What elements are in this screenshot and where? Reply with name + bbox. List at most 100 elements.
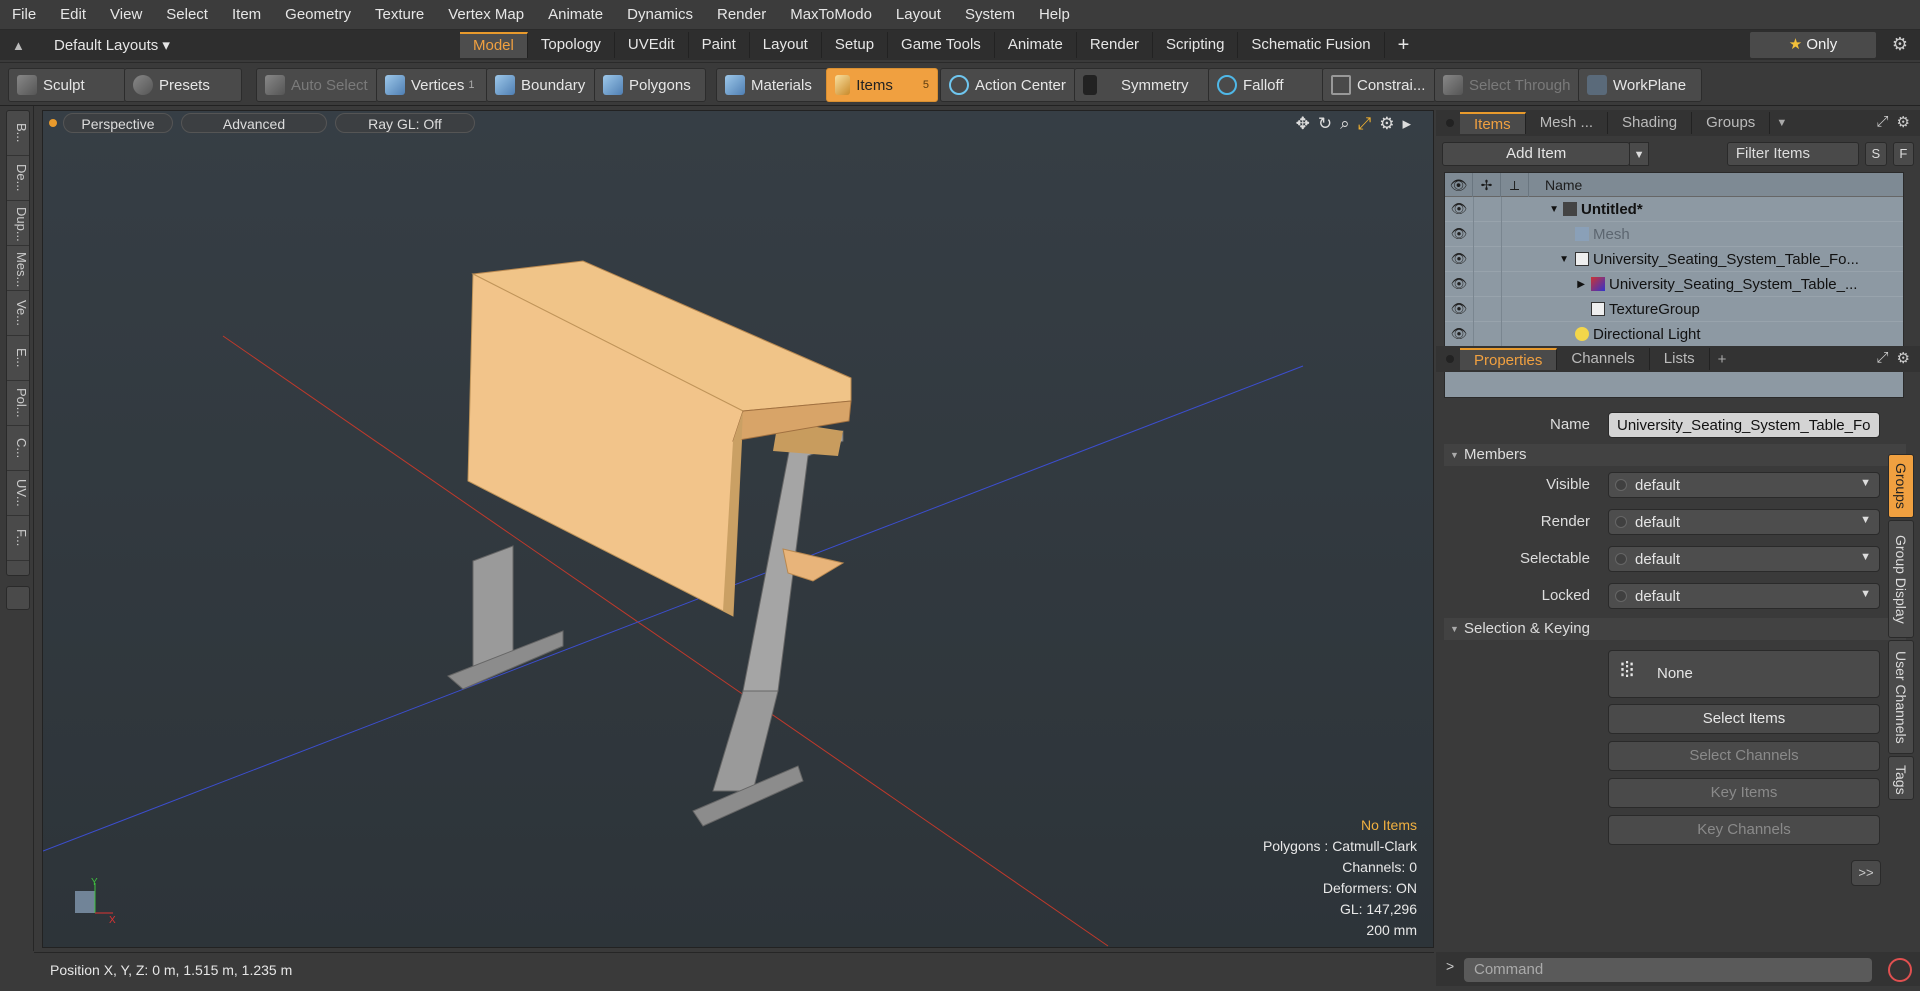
name-column-header[interactable]: Name [1529, 177, 1582, 193]
menu-geometry[interactable]: Geometry [273, 0, 363, 30]
falloff-button[interactable]: Falloff [1208, 68, 1324, 102]
type-column-icon[interactable]: ⟂ [1501, 172, 1529, 197]
locked-select[interactable]: default ▼ [1608, 583, 1880, 609]
collapse-up-icon[interactable]: ▲ [12, 38, 30, 53]
collapse-arrow-icon[interactable]: ▶ [1529, 279, 1591, 290]
menu-system[interactable]: System [953, 0, 1027, 30]
tab-schematic-fusion[interactable]: Schematic Fusion [1238, 32, 1385, 58]
none-button[interactable]: ⁝⁞⁝ None [1608, 650, 1880, 698]
tab-setup[interactable]: Setup [822, 32, 889, 58]
left-tab-b[interactable]: B... [7, 111, 29, 156]
menu-view[interactable]: View [98, 0, 154, 30]
command-arrow-icon[interactable]: > [1446, 958, 1454, 974]
eye-icon[interactable]: 👁 [1445, 301, 1473, 317]
items-button[interactable]: Items 5 [826, 68, 938, 102]
expand-arrow-icon[interactable]: ▼ [1529, 204, 1559, 215]
eye-icon[interactable]: 👁 [1445, 226, 1473, 242]
action-center-button[interactable]: Action Center [940, 68, 1076, 102]
tab-groups[interactable]: Groups [1692, 112, 1771, 134]
visible-select[interactable]: default ▼ [1608, 472, 1880, 498]
record-icon[interactable] [1888, 958, 1912, 982]
constraints-button[interactable]: Constrai... [1322, 68, 1436, 102]
select-through-button[interactable]: Select Through [1434, 68, 1580, 102]
vtab-groups[interactable]: Groups [1888, 454, 1914, 518]
sculpt-button[interactable]: Sculpt [8, 68, 126, 102]
viewport-more-icon[interactable]: ▸ [1402, 114, 1411, 134]
select-items-button[interactable]: Select Items [1608, 704, 1880, 734]
left-strip-button[interactable] [6, 586, 30, 610]
workplane-button[interactable]: WorkPlane [1578, 68, 1702, 102]
tab-animate[interactable]: Animate [995, 32, 1077, 58]
menu-dynamics[interactable]: Dynamics [615, 0, 705, 30]
tabs-dropdown-icon[interactable]: ▼ [1776, 117, 1787, 129]
tab-properties[interactable]: Properties [1460, 348, 1558, 370]
tree-row[interactable]: 👁 TextureGroup [1445, 296, 1903, 322]
menu-texture[interactable]: Texture [363, 0, 436, 30]
left-tab-duplicate[interactable]: Dup... [7, 201, 29, 246]
lock-column-icon[interactable]: ✢ [1473, 172, 1501, 197]
symmetry-button[interactable]: Symmetry [1074, 68, 1210, 102]
boundary-button[interactable]: Boundary [486, 68, 596, 102]
expand-icon[interactable]: ⤢ [1877, 113, 1889, 131]
add-panel-tab-button[interactable]: + [1718, 351, 1727, 368]
panel-dot-icon[interactable] [1446, 355, 1454, 363]
vtab-group-display[interactable]: Group Display [1888, 520, 1914, 638]
menu-help[interactable]: Help [1027, 0, 1082, 30]
left-tab-deform[interactable]: De... [7, 156, 29, 201]
eye-icon[interactable]: 👁 [1445, 251, 1473, 267]
menu-render[interactable]: Render [705, 0, 778, 30]
menu-file[interactable]: File [0, 0, 48, 30]
s-button[interactable]: S [1865, 142, 1887, 166]
viewport-menu-dot[interactable] [49, 119, 57, 127]
left-tab-curve[interactable]: C... [7, 426, 29, 471]
tab-uvedit[interactable]: UVEdit [615, 32, 689, 58]
tab-scripting[interactable]: Scripting [1153, 32, 1239, 58]
tab-layout[interactable]: Layout [750, 32, 822, 58]
tree-row[interactable]: 👁 ▼ University_Seating_System_Table_Fo... [1445, 246, 1903, 272]
left-tab-polygon[interactable]: Pol... [7, 381, 29, 426]
tree-row[interactable]: 👁 ▶ University_Seating_System_Table_... [1445, 271, 1903, 297]
panel-gear-icon[interactable]: ⚙ [1897, 349, 1910, 367]
visibility-column-icon[interactable]: 👁 [1445, 172, 1473, 197]
f-button[interactable]: F [1892, 142, 1915, 166]
add-item-dropdown-icon[interactable]: ▼ [1629, 142, 1649, 166]
add-item-button[interactable]: Add Item [1442, 142, 1631, 166]
vtab-user-channels[interactable]: User Channels [1888, 640, 1914, 754]
select-channels-button[interactable]: Select Channels [1608, 741, 1880, 771]
menu-layout[interactable]: Layout [884, 0, 953, 30]
layouts-selector[interactable]: ▲ Default Layouts ▾ [0, 30, 460, 60]
tab-channels[interactable]: Channels [1557, 348, 1650, 370]
key-channels-button[interactable]: Key Channels [1608, 815, 1880, 845]
filter-items-input[interactable]: Filter Items [1726, 142, 1860, 166]
tree-row[interactable]: 👁 ▼ Untitled* [1445, 196, 1903, 222]
rotate-view-icon[interactable]: ↻ [1318, 114, 1332, 134]
menu-select[interactable]: Select [154, 0, 220, 30]
menu-item[interactable]: Item [220, 0, 273, 30]
tab-topology[interactable]: Topology [528, 32, 615, 58]
panel-dot-icon[interactable] [1446, 119, 1454, 127]
eye-icon[interactable]: 👁 [1445, 326, 1473, 342]
left-tab-uv[interactable]: UV... [7, 471, 29, 516]
tab-paint[interactable]: Paint [689, 32, 750, 58]
menu-edit[interactable]: Edit [48, 0, 98, 30]
tab-game-tools[interactable]: Game Tools [888, 32, 995, 58]
gear-icon[interactable]: ⚙ [1892, 34, 1908, 55]
materials-button[interactable]: Materials [716, 68, 828, 102]
left-tab-fusion[interactable]: F... [7, 516, 29, 561]
tab-model[interactable]: Model [460, 32, 528, 58]
eye-icon[interactable]: 👁 [1445, 276, 1473, 292]
menu-vertex-map[interactable]: Vertex Map [436, 0, 536, 30]
raygl-button[interactable]: Ray GL: Off [335, 113, 475, 133]
command-input[interactable]: Command [1464, 958, 1872, 982]
tab-items[interactable]: Items [1460, 112, 1526, 134]
tab-lists[interactable]: Lists [1650, 348, 1710, 370]
maximize-view-icon[interactable]: ⤢ [1358, 114, 1372, 134]
zoom-view-icon[interactable]: ⌕ [1340, 114, 1350, 134]
selection-keying-section[interactable]: Selection & Keying [1444, 618, 1906, 640]
auto-select-button[interactable]: Auto Select [256, 68, 378, 102]
render-select[interactable]: default ▼ [1608, 509, 1880, 535]
panel-gear-icon[interactable]: ⚙ [1897, 113, 1910, 131]
vertices-button[interactable]: Vertices 1 [376, 68, 488, 102]
polygons-button[interactable]: Polygons [594, 68, 706, 102]
left-tab-mesh[interactable]: Mes... [7, 246, 29, 291]
